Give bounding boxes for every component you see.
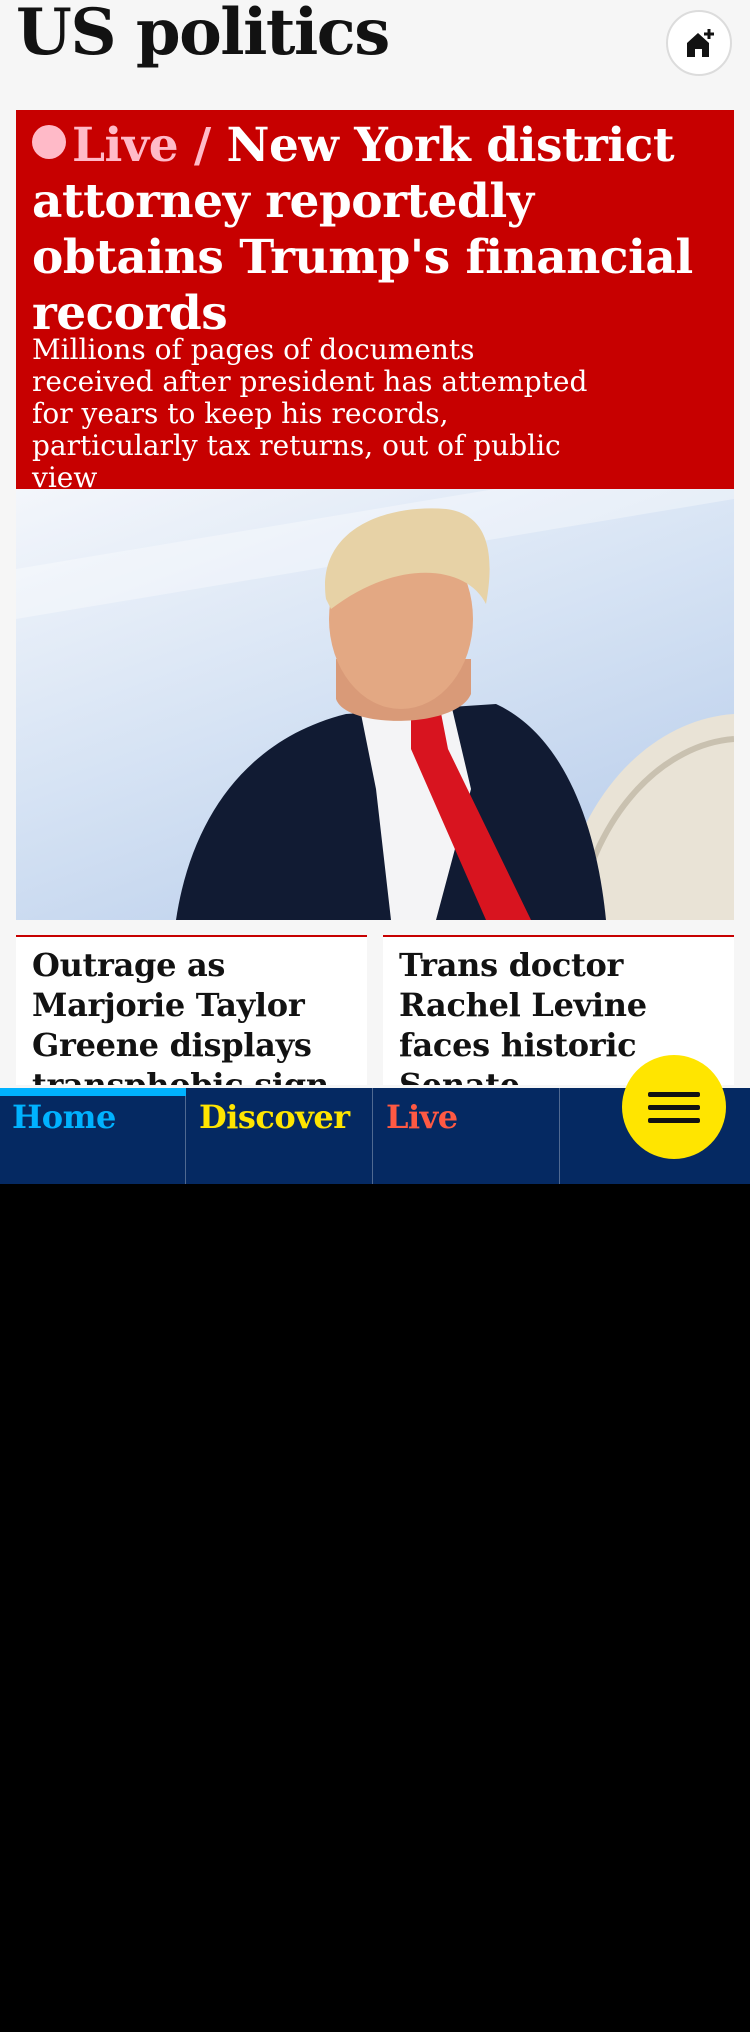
live-kicker: Live / — [72, 118, 211, 173]
story-card[interactable]: Outrage as Marjorie Taylor Greene displa… — [16, 935, 367, 1085]
page-title: US politics — [16, 0, 390, 70]
tab-label: Home — [12, 1098, 116, 1136]
tab-discover[interactable]: Discover — [187, 1088, 373, 1184]
tab-home[interactable]: Home — [0, 1088, 186, 1184]
story-headline: Outrage as Marjorie Taylor Greene displa… — [32, 946, 329, 1085]
page-header: US politics — [0, 0, 750, 100]
add-to-home-button[interactable] — [666, 10, 732, 76]
lead-story-card[interactable]: Live / New York district attorney report… — [16, 110, 734, 494]
tab-label: Live — [386, 1098, 458, 1136]
menu-button[interactable] — [622, 1055, 726, 1159]
home-add-icon — [687, 29, 714, 57]
lead-story-image[interactable] — [16, 489, 734, 920]
lead-standfirst: Millions of pages of documents received … — [32, 333, 588, 494]
tab-live[interactable]: Live — [374, 1088, 560, 1184]
tab-label: Discover — [199, 1098, 350, 1136]
hero-photo — [16, 489, 734, 920]
active-tab-indicator — [0, 1088, 186, 1096]
app-screen: US politics Live / New York district att… — [0, 0, 750, 1184]
lead-headline: Live / New York district attorney report… — [32, 118, 718, 342]
live-indicator-icon — [32, 125, 66, 159]
